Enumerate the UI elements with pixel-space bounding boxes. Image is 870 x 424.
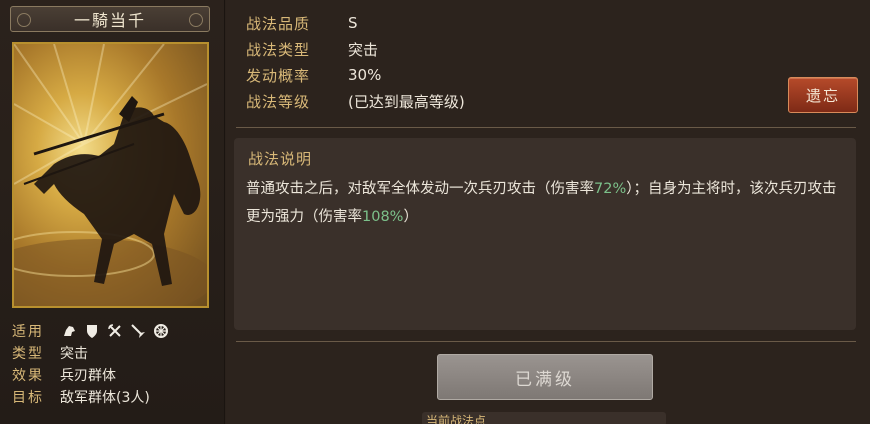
chance-row: 发动概率 30% [246,62,465,88]
skill-illustration [12,42,209,308]
attr-troops-row: 适用 [12,320,217,342]
quality-row: 战法品质 S [246,10,465,36]
type-label: 战法类型 [246,40,311,59]
chance-value: 30% [348,66,382,84]
skill-detail-panel: 战法品质 S 战法类型 突击 发动概率 30% 战法等级 (已达到最高等级) 遗… [226,0,870,424]
attr-effect-row: 效果 兵刃群体 [12,364,217,386]
quality-label: 战法品质 [246,14,311,33]
description-title: 战法说明 [248,150,313,168]
cavalry-icon [60,323,77,340]
attr-troops-label: 适用 [12,324,44,340]
skill-name: 一騎当千 [73,11,146,30]
skill-card-panel: 一騎当千 适用 类型 突击 效果 兵刃群体 目标 敌军群体(3人) [0,0,225,424]
quality-value: S [348,14,358,32]
attr-target-value: 敌军群体(3人) [60,390,150,406]
damage-rate-commander: 108% [362,209,404,225]
description-part1: 普通攻击之后，对敌军全体发动一次兵刃攻击（伤害率 [246,181,594,197]
divider-top [236,127,856,128]
skill-points-label: 当前战法点 [426,414,487,424]
attr-effect-label: 效果 [12,368,44,384]
attr-target-row: 目标 敌军群体(3人) [12,386,217,408]
level-row: 战法等级 (已达到最高等级) [246,88,465,114]
attr-type-row: 类型 突击 [12,342,217,364]
divider-bottom [236,341,856,342]
skill-description: 战法说明 普通攻击之后，对敌军全体发动一次兵刃攻击（伤害率72%）；自身为主将时… [234,138,856,330]
skill-info: 战法品质 S 战法类型 突击 发动概率 30% 战法等级 (已达到最高等级) [246,10,465,114]
shield-icon [83,323,100,340]
chance-label: 发动概率 [246,66,311,85]
description-part3: ） [403,209,418,225]
maxed-level-button[interactable]: 已满级 [437,354,653,400]
level-label: 战法等级 [246,92,311,111]
level-value: (已达到最高等级) [348,92,465,111]
description-text: 普通攻击之后，对敌军全体发动一次兵刃攻击（伤害率72%）；自身为主将时，该次兵刃… [246,175,844,231]
type-row: 战法类型 突击 [246,36,465,62]
spear-icon [129,323,146,340]
attr-type-value: 突击 [60,346,88,362]
attr-type-label: 类型 [12,346,44,362]
bow-icon [106,323,123,340]
wheel-icon [152,323,169,340]
type-value: 突击 [348,40,379,59]
skill-points-strip: 当前战法点 [422,412,666,424]
skill-name-plate: 一騎当千 [10,6,210,32]
attr-effect-value: 兵刃群体 [60,368,116,384]
attr-target-label: 目标 [12,390,44,406]
damage-rate-normal: 72% [594,181,627,197]
skill-attributes: 适用 类型 突击 效果 兵刃群体 目标 敌军群体(3人) [12,320,217,408]
forget-button[interactable]: 遗忘 [788,77,858,113]
troop-types [60,323,169,340]
